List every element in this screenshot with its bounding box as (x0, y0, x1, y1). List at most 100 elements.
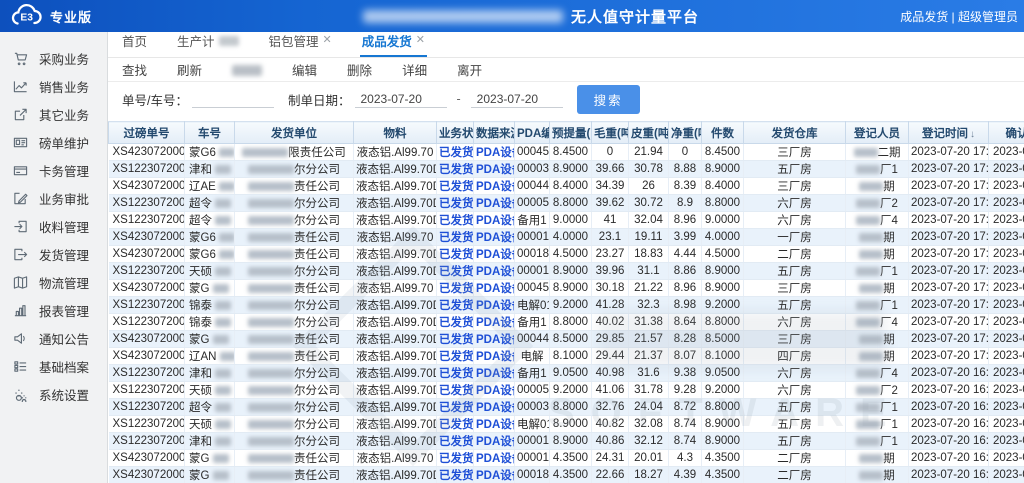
cell-planned-qty: 9.2000 (550, 382, 592, 399)
sidebar-item-sign-in[interactable]: 收料管理 (0, 212, 107, 240)
cell-piece-count: 8.5000 (702, 331, 744, 348)
table-row[interactable]: XS4230720000109蒙G 责任公司液态铝.Al99.70已发货PDA设… (109, 280, 1024, 297)
cell-tare-weight: 32.08 (629, 416, 669, 433)
table-row[interactable]: XS12230720000085超令 尔分公司液态铝.Al99.70DT已发货P… (109, 399, 1024, 416)
sidebar-item-speaker[interactable]: 通知公告 (0, 324, 107, 352)
tab-close-icon[interactable]: ✕ (416, 35, 425, 46)
table-row[interactable]: XS12230720000083天硕 尔分公司液态铝.Al99.70DT已发货P… (109, 382, 1024, 399)
table-row[interactable]: XS4230720000117蒙G 责任公司液态铝.Al99.70DT已发货PD… (109, 467, 1024, 483)
sidebar-item-cart[interactable]: 采购业务 (0, 44, 107, 72)
column-header-PDA编号[interactable]: PDA编号 (515, 122, 550, 144)
table-row[interactable]: XS4230720000115蒙G 责任公司液态铝.Al99.70已发货PDA设… (109, 450, 1024, 467)
sidebar-item-bar-chart[interactable]: 报表管理 (0, 296, 107, 324)
table-row[interactable]: XS12230720000086锦泰 尔分公司液态铝.Al99.70DT已发货P… (109, 297, 1024, 314)
cell-truck-no: 蒙G6 (185, 144, 235, 161)
column-header-确认时间[interactable]: 确认时间 (989, 122, 1024, 144)
cell-gross-weight: 41.28 (592, 297, 629, 314)
column-header-净重(吨)[interactable]: 净重(吨) (669, 122, 702, 144)
table-row[interactable]: XS12230720000087津和 尔分公司液态铝.Al99.70DT已发货P… (109, 365, 1024, 382)
sidebar-item-edit[interactable]: 业务审批 (0, 184, 107, 212)
table-row[interactable]: XS12230720000082锦泰 尔分公司液态铝.Al99.70DT已发货P… (109, 314, 1024, 331)
column-header-件数[interactable]: 件数 (702, 122, 744, 144)
column-label: 皮重(吨) (631, 128, 669, 140)
table-row[interactable]: XS4230720000120蒙G6 限责任公司液态铝.Al99.70已发货PD… (109, 144, 1024, 161)
table-row[interactable]: XS4230720000124蒙G6 责任公司液态铝.Al99.70已发货PDA… (109, 229, 1024, 246)
toolbar-item-编辑[interactable]: 编辑 (292, 60, 317, 79)
column-header-毛重(吨)[interactable]: 毛重(吨) (592, 122, 629, 144)
tab-生产计[interactable]: 生产计 (175, 32, 241, 57)
table-row[interactable]: XS12230720000084津和 尔分公司液态铝.Al99.70DT已发货P… (109, 433, 1024, 450)
cell-consignor: 责任公司 (235, 178, 354, 195)
cell-warehouse: 五厂房 (744, 399, 846, 416)
tab-close-icon[interactable]: ✕ (323, 35, 332, 46)
column-header-预提量(吨)[interactable]: 预提量(吨) (550, 122, 592, 144)
cell-consignor: 责任公司 (235, 246, 354, 263)
cell-bill-no: XS12230720000083 (109, 382, 185, 399)
toolbar-item-删除[interactable]: 删除 (347, 60, 372, 79)
column-header-登记人员[interactable]: 登记人员 (846, 122, 909, 144)
truck-no-redacted (220, 352, 235, 361)
sidebar-item-map[interactable]: 物流管理 (0, 268, 107, 296)
column-header-业务状态[interactable]: 业务状态 (437, 122, 474, 144)
sidebar-item-credit-card[interactable]: 卡务管理 (0, 156, 107, 184)
toolbar-item-详细[interactable]: 详细 (402, 60, 427, 79)
cell-truck-no: 超令 (185, 212, 235, 229)
consignor-redacted (248, 199, 294, 208)
cell-register-time: 2023-07-20 17:30 (909, 178, 989, 195)
cell-piece-count: 8.8000 (702, 314, 744, 331)
sidebar-item-share[interactable]: 其它业务 (0, 100, 107, 128)
truck-no-redacted (219, 250, 234, 259)
user-menu[interactable]: 成品发货 | 超级管理员 (900, 0, 1018, 32)
cell-piece-count: 8.9000 (702, 280, 744, 297)
table-row[interactable]: XS12230720000079天硕 尔分公司液态铝.Al99.70DT已发货P… (109, 416, 1024, 433)
cell-gross-weight: 40.86 (592, 433, 629, 450)
registrar-redacted (856, 369, 880, 378)
cell-warehouse: 六厂房 (744, 212, 846, 229)
table-row[interactable]: XS12230720000089津和 尔分公司液态铝.Al99.70DT已发货P… (109, 161, 1024, 178)
column-header-皮重(吨)[interactable]: 皮重(吨) (629, 122, 669, 144)
sidebar-item-sign-out[interactable]: 发货管理 (0, 240, 107, 268)
sidebar-item-list[interactable]: 基础档案 (0, 352, 107, 380)
column-header-数据来源[interactable]: 数据来源 (474, 122, 515, 144)
column-header-物料[interactable]: 物料 (354, 122, 437, 144)
truck-no-prefix: 津和 (189, 436, 212, 448)
search-button[interactable]: 搜索 (577, 85, 640, 114)
table-row[interactable]: XS12230720000080天硕 尔分公司液态铝.Al99.70DT已发货P… (109, 263, 1024, 280)
sidebar-item-trend-chart[interactable]: 销售业务 (0, 72, 107, 100)
table-row[interactable]: XS12230720000090超令 尔分公司液态铝.Al99.70DT已发货P… (109, 212, 1024, 229)
cell-tare-weight: 31.6 (629, 365, 669, 382)
table-row[interactable]: XS4230720000123蒙G6 责任公司液态铝.Al99.70DT已发货P… (109, 246, 1024, 263)
date-to-input[interactable] (471, 90, 563, 108)
toolbar-item-离开[interactable]: 离开 (457, 60, 482, 79)
tab-首页[interactable]: 首页 (120, 32, 149, 57)
sidebar-item-gears[interactable]: 系统设置 (0, 380, 107, 408)
bill-no-input[interactable] (192, 90, 274, 108)
toolbar-item-redacted[interactable] (232, 63, 262, 77)
column-header-车号[interactable]: 车号 (185, 122, 235, 144)
cell-warehouse: 一厂房 (744, 229, 846, 246)
table-row[interactable]: XS4230720000113蒙G 责任公司液态铝.Al99.70DT已发货PD… (109, 331, 1024, 348)
toolbar-label-redacted (232, 65, 262, 76)
toolbar-item-查找[interactable]: 查找 (122, 60, 147, 79)
cell-gross-weight: 23.1 (592, 229, 629, 246)
cell-register-time: 2023-07-20 16:46 (909, 433, 989, 450)
cell-status: 已发货 (437, 467, 474, 483)
toolbar-item-刷新[interactable]: 刷新 (177, 60, 202, 79)
column-header-发货单位[interactable]: 发货单位 (235, 122, 354, 144)
column-header-过磅单号[interactable]: 过磅单号 (109, 122, 185, 144)
table-row[interactable]: XS4230720000116辽AE 责任公司液态铝.Al99.70DT已发货P… (109, 178, 1024, 195)
cell-consignor: 尔分公司 (235, 314, 354, 331)
table-row[interactable]: XS12230720000088超令 尔分公司液态铝.Al99.70DT已发货P… (109, 195, 1024, 212)
tab-成品发货[interactable]: 成品发货✕ (360, 32, 427, 57)
table-row[interactable]: XS4230720000119辽AN 责任公司液态铝.Al99.70DT已发货P… (109, 348, 1024, 365)
column-header-登记时间[interactable]: 登记时间↓ (909, 122, 989, 144)
cell-bill-no: XS4230720000119 (109, 348, 185, 365)
column-header-发货仓库[interactable]: 发货仓库 (744, 122, 846, 144)
truck-no-redacted (215, 403, 231, 412)
registrar-redacted (859, 284, 883, 293)
bar-chart-icon (13, 303, 28, 318)
tab-铝包管理[interactable]: 铝包管理✕ (267, 32, 334, 57)
registrar-suffix: 厂1 (880, 164, 898, 176)
sidebar-item-id-card[interactable]: 磅单维护 (0, 128, 107, 156)
date-from-input[interactable] (355, 90, 447, 108)
